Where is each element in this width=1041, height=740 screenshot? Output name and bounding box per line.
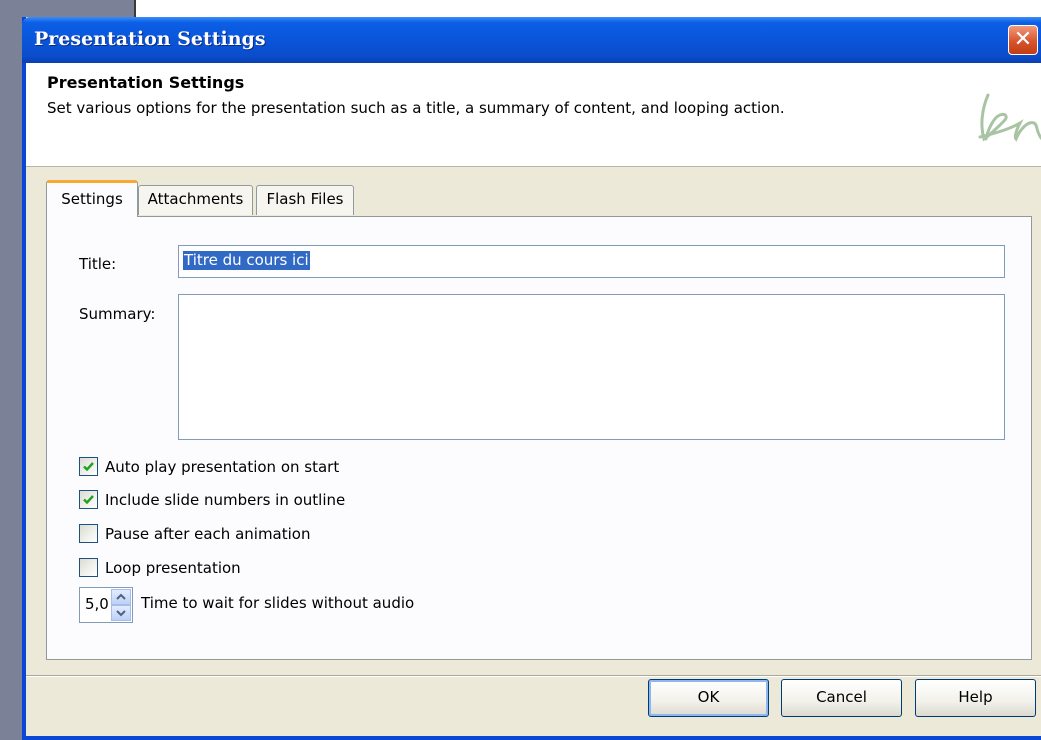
footer-separator <box>26 675 1041 677</box>
spin-up-button[interactable] <box>111 589 131 605</box>
close-button[interactable]: ✕ <box>1008 25 1038 55</box>
slide-numbers-checkbox[interactable] <box>79 490 98 509</box>
background-divider <box>134 0 136 18</box>
help-button[interactable]: Help <box>915 679 1036 717</box>
auto-play-checkbox[interactable] <box>79 457 98 476</box>
settings-tab-panel: Title: Titre du cours ici Summary: Auto … <box>46 216 1032 660</box>
pause-animation-label: Pause after each animation <box>105 525 311 543</box>
loop-presentation-label: Loop presentation <box>105 559 241 577</box>
title-input-value: Titre du cours ici <box>183 251 310 270</box>
auto-play-label: Auto play presentation on start <box>105 458 340 476</box>
title-label: Title: <box>79 255 117 273</box>
title-input[interactable]: Titre du cours ici <box>178 245 1005 278</box>
cancel-label: Cancel <box>816 688 867 706</box>
help-label: Help <box>958 688 993 706</box>
header-description: Set various options for the presentation… <box>47 99 785 117</box>
tab-label: Settings <box>61 190 123 208</box>
wait-time-stepper[interactable]: 5,0 <box>79 587 133 623</box>
bn-logo-icon <box>978 93 1041 142</box>
spin-down-button[interactable] <box>111 605 131 621</box>
cancel-button[interactable]: Cancel <box>781 679 902 717</box>
stepper-buttons <box>111 589 131 621</box>
title-bar[interactable]: Presentation Settings ✕ <box>22 17 1041 63</box>
pause-animation-checkbox[interactable] <box>79 524 98 543</box>
wait-time-label: Time to wait for slides without audio <box>141 594 415 612</box>
checkmark-icon <box>83 495 94 505</box>
tab-label: Flash Files <box>266 190 344 208</box>
window-title: Presentation Settings <box>34 28 266 50</box>
close-icon: ✕ <box>1013 27 1033 52</box>
presentation-settings-dialog: Presentation Settings ✕ Presentation Set… <box>22 17 1041 740</box>
wait-time-value: 5,0 <box>85 595 109 613</box>
spin-up-icon <box>116 593 126 600</box>
slide-numbers-label: Include slide numbers in outline <box>105 491 346 509</box>
summary-label: Summary: <box>79 305 156 323</box>
header-title: Presentation Settings <box>47 73 245 92</box>
spin-down-icon <box>116 610 126 617</box>
tab-flash-files[interactable]: Flash Files <box>256 185 354 215</box>
summary-textarea[interactable] <box>178 294 1005 440</box>
header-panel: Presentation Settings Set various option… <box>26 63 1041 167</box>
tab-attachments[interactable]: Attachments <box>138 185 253 215</box>
loop-presentation-checkbox[interactable] <box>79 558 98 577</box>
ok-button[interactable]: OK <box>648 679 769 717</box>
ok-label: OK <box>697 688 720 706</box>
tab-settings[interactable]: Settings <box>46 180 138 217</box>
tab-label: Attachments <box>147 190 244 208</box>
checkmark-icon <box>83 462 94 472</box>
